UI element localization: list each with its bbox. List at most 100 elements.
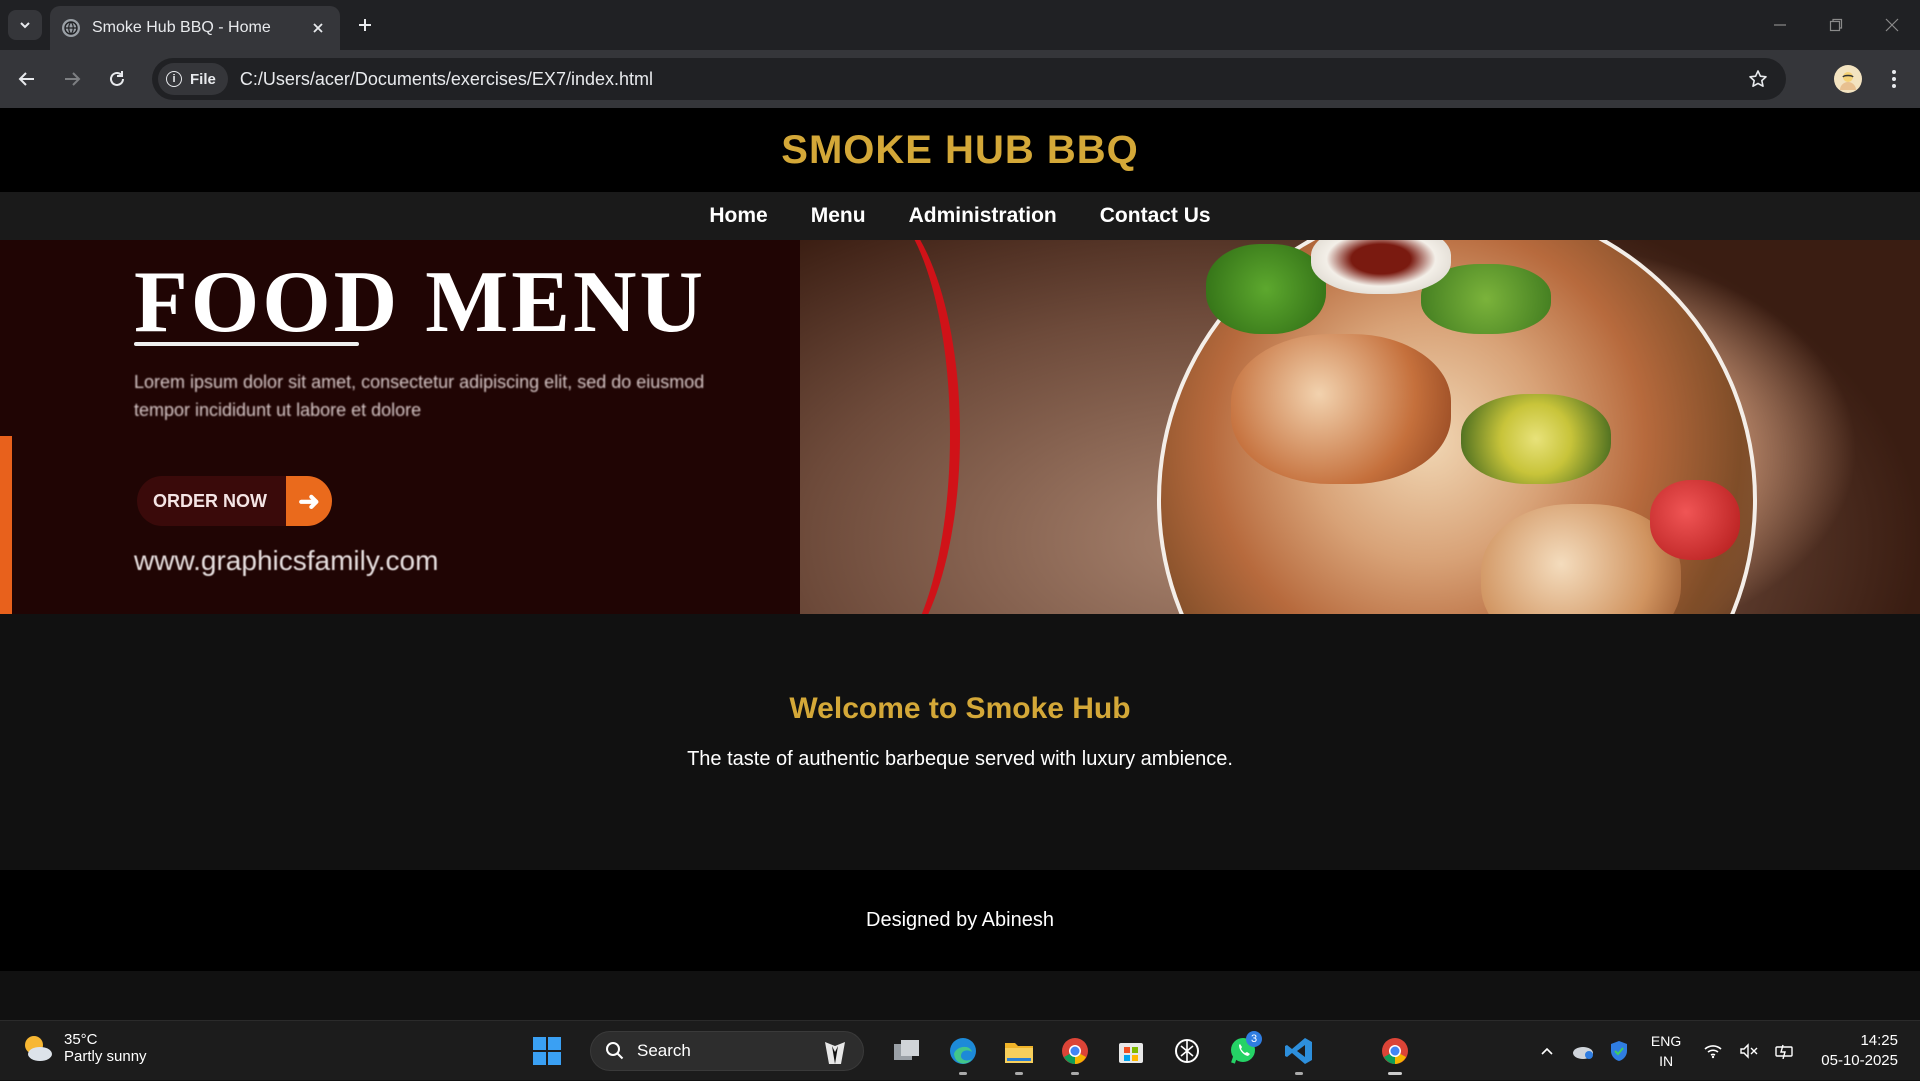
task-view-icon: [894, 1040, 919, 1060]
start-button[interactable]: [524, 1029, 570, 1073]
address-bar[interactable]: i File C:/Users/acer/Documents/exercises…: [152, 58, 1786, 100]
minimize-button[interactable]: [1752, 0, 1808, 50]
skewer-zucchini: [1461, 394, 1611, 484]
show-hidden-icons-button[interactable]: [1529, 1046, 1565, 1056]
store-icon: [1119, 1043, 1143, 1063]
nav-administration-link[interactable]: Administration: [909, 204, 1057, 228]
site-info-label: File: [190, 70, 216, 88]
clock-time: 14:25: [1860, 1032, 1898, 1049]
input-language[interactable]: ENG IN: [1651, 1031, 1681, 1071]
chrome-app[interactable]: [1372, 1029, 1418, 1075]
banner-text: Lorem ipsum dolor sit amet, consectetur …: [134, 372, 705, 420]
search-label: Search: [637, 1041, 691, 1060]
shield-icon: [1610, 1041, 1627, 1061]
window-controls: [1752, 0, 1920, 50]
tomato: [1650, 480, 1740, 560]
weather-temp: 35°C: [64, 1031, 98, 1048]
basil-leaf: [1206, 244, 1326, 334]
bookmark-star-button[interactable]: [1738, 59, 1778, 99]
site-info-chip[interactable]: i File: [158, 63, 228, 95]
reload-icon: [110, 71, 124, 86]
star-icon: [1749, 70, 1767, 87]
volume-tray[interactable]: [1731, 1043, 1767, 1059]
avatar-icon: [1840, 72, 1856, 90]
forward-button[interactable]: [57, 64, 87, 94]
browser-toolbar: i File C:/Users/acer/Documents/exercises…: [0, 50, 1920, 108]
kebab-plate-circle: [1157, 240, 1757, 614]
whatsapp-app[interactable]: 3: [1220, 1029, 1266, 1073]
tab-active[interactable]: Smoke Hub BBQ - Home: [50, 6, 340, 50]
file-explorer-app[interactable]: [996, 1029, 1042, 1075]
url-text[interactable]: C:/Users/acer/Documents/exercises/EX7/in…: [240, 69, 1738, 90]
chrome-icon: [1062, 1038, 1088, 1064]
running-indicator: [1388, 1072, 1402, 1075]
partly-sunny-icon: [20, 1033, 54, 1063]
minimize-icon: [1774, 24, 1786, 26]
running-indicator: [1295, 1072, 1303, 1075]
footer-text: Designed by Abinesh: [866, 909, 1054, 931]
security-tray[interactable]: [1601, 1040, 1637, 1062]
welcome-text: The taste of authentic barbeque served w…: [687, 748, 1233, 770]
arrow-right-icon: ➜: [286, 476, 332, 526]
weather-widget[interactable]: 35°C Partly sunny: [20, 1031, 147, 1065]
reload-button[interactable]: [102, 64, 132, 94]
task-view-button[interactable]: [884, 1029, 930, 1073]
folder-icon: [1005, 1043, 1033, 1063]
edge-app[interactable]: [940, 1029, 986, 1075]
clock-date: 05-10-2025: [1821, 1052, 1898, 1069]
wifi-tray[interactable]: [1695, 1043, 1731, 1059]
onedrive-tray[interactable]: [1565, 1042, 1601, 1060]
battery-charging-icon: [1775, 1044, 1793, 1059]
new-tab-button[interactable]: [352, 12, 378, 38]
taskbar-search[interactable]: Search: [590, 1031, 864, 1071]
back-arrow-icon: [18, 72, 34, 86]
banner-order-label: ORDER NOW: [153, 490, 267, 511]
edge-icon: [950, 1038, 976, 1064]
banner-orange-strip: [0, 436, 12, 614]
hero-banner-image: FOOD MENU Lorem ipsum dolor sit amet, co…: [0, 240, 1920, 614]
wifi-icon: [1704, 1045, 1722, 1059]
banner-url: www.graphicsfamily.com: [134, 545, 439, 576]
tab-search-button[interactable]: [8, 10, 42, 40]
store-app[interactable]: [1108, 1029, 1154, 1073]
profile-avatar[interactable]: [1834, 65, 1862, 93]
info-icon: i: [166, 71, 182, 87]
web-page: SMOKE HUB BBQ Home Menu Administration C…: [0, 108, 1920, 1020]
sauce-bowl: [1311, 240, 1451, 294]
chrome-profile-app[interactable]: [1052, 1029, 1098, 1075]
back-button[interactable]: [12, 64, 42, 94]
nav-contact-link[interactable]: Contact Us: [1100, 204, 1211, 228]
restore-icon: [1829, 18, 1843, 32]
banner-red-curve: [780, 240, 960, 614]
chatgpt-app[interactable]: [1164, 1029, 1210, 1073]
browser-menu-button[interactable]: [1882, 64, 1906, 94]
chrome-icon: [1382, 1038, 1408, 1064]
more-vert-icon: [1892, 70, 1896, 88]
vscode-app[interactable]: [1276, 1029, 1322, 1075]
taskbar-clock[interactable]: 14:25 05-10-2025: [1821, 1031, 1898, 1071]
forward-arrow-icon: [65, 72, 81, 86]
battery-tray[interactable]: [1767, 1043, 1803, 1059]
nav-home-link[interactable]: Home: [709, 204, 767, 228]
site-header: SMOKE HUB BBQ: [0, 108, 1920, 192]
close-window-button[interactable]: [1864, 0, 1920, 50]
nav-menu-link[interactable]: Menu: [811, 204, 866, 228]
chevron-down-icon: [20, 22, 30, 29]
banner-order-button: ORDER NOW ➜: [137, 476, 332, 526]
site-nav: Home Menu Administration Contact Us: [0, 192, 1920, 240]
welcome-heading: Welcome to Smoke Hub: [789, 692, 1131, 725]
weather-desc: Partly sunny: [64, 1048, 147, 1065]
close-tab-icon[interactable]: [308, 18, 328, 38]
system-tray: ENG IN 14:25 05-10-2025: [1529, 1021, 1920, 1081]
windows-logo-icon: [533, 1037, 561, 1065]
restore-button[interactable]: [1808, 0, 1864, 50]
tab-title: Smoke Hub BBQ - Home: [92, 19, 271, 36]
taskbar-apps: Search 3: [524, 1029, 1418, 1075]
running-indicator: [1071, 1072, 1079, 1075]
site-title: SMOKE HUB BBQ: [781, 127, 1139, 172]
plus-icon: [359, 19, 371, 31]
lang-secondary: IN: [1659, 1053, 1674, 1069]
cloud-icon: [1572, 1047, 1593, 1059]
banner-divider: [134, 342, 359, 346]
site-footer: Designed by Abinesh: [0, 870, 1920, 971]
